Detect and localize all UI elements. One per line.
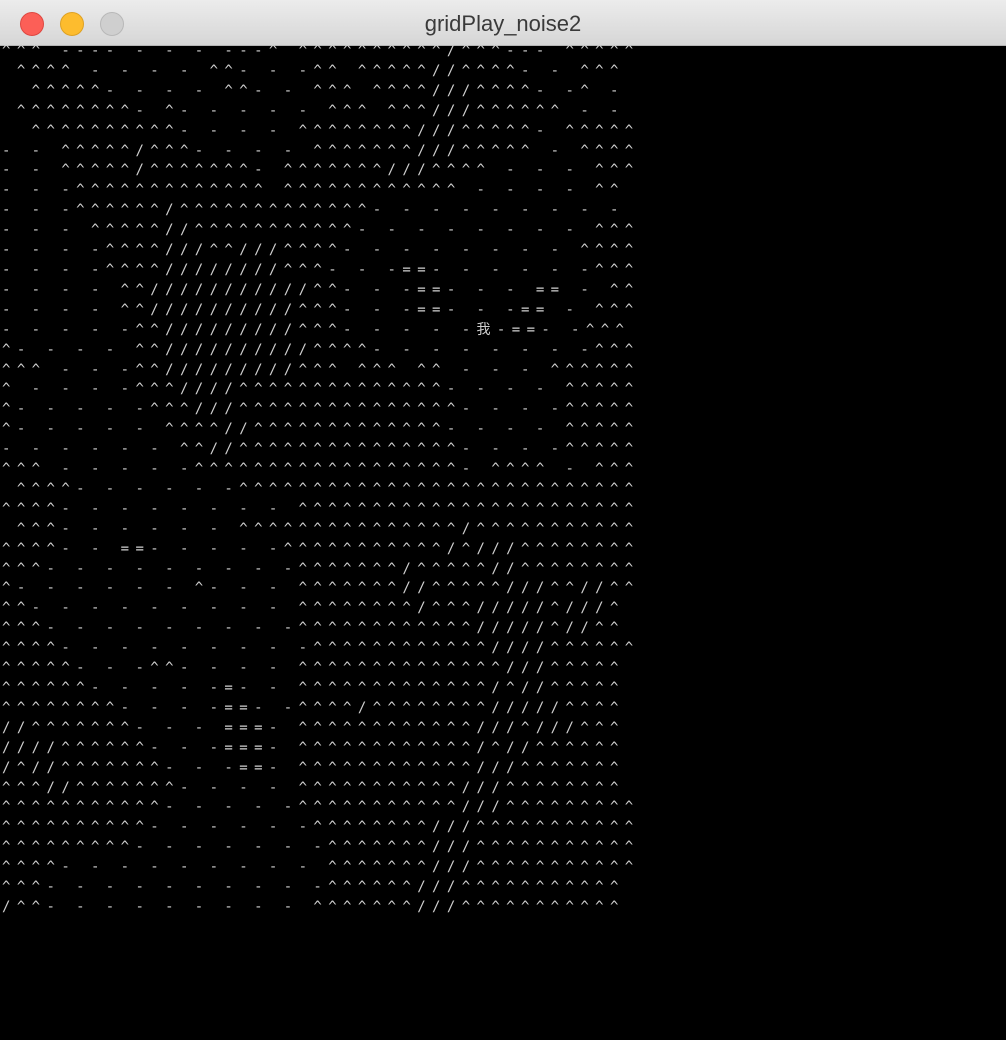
grid-row: ^^- - - - - - - - - ^^^^^^^^/^^^/////^//… — [2, 600, 640, 617]
title-bar[interactable]: gridPlay_noise2 — [0, 0, 1006, 46]
grid-row: ^^^^^^^^^^- - - - - -^^^^^^^^///^^^^^^^^… — [2, 819, 640, 836]
grid-row: - - ^^^^^/^^^^^^^- ^^^^^^^///^^^^ - - - … — [2, 162, 640, 179]
grid-row: ^^^//^^^^^^^- - - - ^^^^^^^^^^^///^^^^^^… — [2, 779, 640, 796]
grid-row: - - - - ^^//////////^^^- - -==- - -== - … — [2, 301, 640, 318]
grid-row: ^^^- - - - - - - - -^^^^^^^^^^^^/////^//… — [2, 620, 640, 637]
grid-row: /^//^^^^^^^- - -==- ^^^^^^^^^^^^///^^^^^… — [2, 759, 640, 776]
grid-row: ^^^- - - - - - - - - -^^^^^^///^^^^^^^^^… — [2, 879, 640, 896]
grid-row: //^^^^^^^- - - ===- ^^^^^^^^^^^^///^///^… — [2, 719, 640, 736]
grid-row: - - - ^^^^^//^^^^^^^^^^^- - - - - - - - … — [2, 222, 640, 239]
grid-row: - - - - -^^/////////^^^- - - - -我-==- -^… — [2, 321, 631, 338]
grid-row: ^^^^^^^^- ^- - - - - ^^^ ^^^///^^^^^^ - … — [2, 102, 640, 119]
grid-row: ^^^^^^^^^- - - - - - -^^^^^^^///^^^^^^^^… — [2, 839, 640, 856]
grid-row: - - -^^^^^^^^^^^^^ ^^^^^^^^^^^^ - - - - … — [2, 182, 640, 199]
grid-row: - - -^^^^^^/^^^^^^^^^^^^^- - - - - - - -… — [2, 202, 640, 219]
grid-row: - - - -^^^^///^^///^^^^- - - - - - - - ^… — [2, 242, 640, 259]
grid-row: ^^^- - - - - - - - -^^^^^^^/^^^^^//^^^^^… — [2, 560, 640, 577]
grid-row: ^- - - - - ^^^^//^^^^^^^^^^^^^- - - - ^^… — [2, 421, 640, 438]
app-window: gridPlay_noise2 ^^^ ---- - - - ---^ ^^^^… — [0, 0, 1006, 1040]
grid-row: ^^^^^- - - - ^^- - ^^^ ^^^^///^^^^- -^ - — [2, 82, 640, 99]
grid-row: ^- - - - ^^//////////^^^^- - - - - - - -… — [2, 341, 640, 358]
grid-row: ////^^^^^^- - -===- ^^^^^^^^^^^^/^//^^^^… — [2, 739, 640, 756]
grid-row: ^^^^^^^^^^- - - - ^^^^^^^^///^^^^^- ^^^^… — [2, 122, 640, 139]
grid-row: ^ - - - -^^^////^^^^^^^^^^^^^^- - - - ^^… — [2, 381, 640, 398]
grid-row: - - - - - - ^^//^^^^^^^^^^^^^^^- - - -^^… — [2, 441, 640, 458]
window-title: gridPlay_noise2 — [424, 11, 582, 36]
grid-row: - - - - ^^///////////^^- - -==- - - == -… — [2, 281, 640, 298]
grid-row: /^^- - - - - - - - - ^^^^^^^///^^^^^^^^^… — [2, 898, 640, 915]
grid-row: ^^^ - - - - -^^^^^^^^^^^^^^^^^^- ^^^^ - … — [2, 461, 640, 478]
grid-row: ^^^ - - -^^/////////^^^ ^^^ ^^ - - - ^^^… — [2, 361, 640, 378]
grid-row: ^^^ ---- - - - ---^ ^^^^^^^^^^/^^^--- ^^… — [2, 43, 640, 59]
grid-row: - - - -^^^^////////^^^- - -==- - - - - -… — [2, 261, 640, 278]
grid-row: ^- - - - - - ^- - - ^^^^^^^//^^^^^///^^/… — [2, 580, 640, 597]
grid-row: ^^^^ - - - - ^^- - -^^ ^^^^^//^^^^- - ^^… — [2, 62, 640, 79]
grid-row: ^^^^- - - - - - - - -^^^^^^^^^^^^////^^^… — [2, 640, 640, 657]
grid-row: ^^^^- - - - - -^^^^^^^^^^^^^^^^^^^^^^^^^… — [2, 480, 640, 497]
grid-row: ^- - - - -^^^///^^^^^^^^^^^^^^^- - - -^^… — [2, 401, 640, 418]
grid-row: ^^^^^^- - - - -=- - ^^^^^^^^^^^^^/^//^^^… — [2, 680, 640, 696]
sketch-canvas[interactable]: ^^^ ---- - - - ---^ ^^^^^^^^^^/^^^--- ^^… — [0, 43, 1006, 1040]
grid-row: ^^^^^- - -^^- - - - ^^^^^^^^^^^^^^///^^^… — [2, 660, 640, 677]
grid-row: ^^^- - - - - - ^^^^^^^^^^^^^^^/^^^^^^^^^… — [2, 520, 640, 537]
grid-row: - - ^^^^^/^^^- - - - ^^^^^^^///^^^^^ - ^… — [2, 142, 640, 159]
grid-row: ^^^^- - ==- - - - -^^^^^^^^^^^/^///^^^^^… — [2, 540, 640, 557]
grid-row: ^^^^- - - - - - - - ^^^^^^^^^^^^^^^^^^^^… — [2, 500, 640, 517]
grid-row: ^^^^^^^^^^^- - - - -^^^^^^^^^^^///^^^^^^… — [2, 799, 640, 816]
noise-grid: ^^^ ---- - - - ---^ ^^^^^^^^^^/^^^--- ^^… — [2, 42, 640, 918]
grid-row: ^^^^- - - - - - - - - ^^^^^^^///^^^^^^^^… — [2, 859, 640, 876]
grid-row: ^^^^^^^^- - - -==- -^^^^/^^^^^^^^/////^^… — [2, 699, 640, 716]
